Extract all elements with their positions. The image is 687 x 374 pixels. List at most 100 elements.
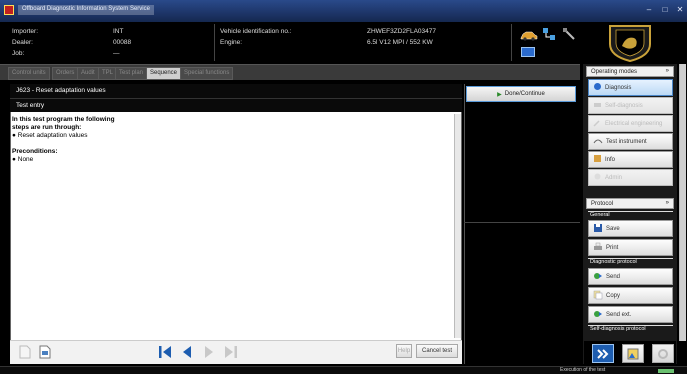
bullet-icon: ● [12, 132, 16, 139]
mode-label: Diagnosis [605, 84, 632, 91]
info-icon [593, 154, 602, 165]
mode-info-button[interactable]: Info [588, 151, 673, 168]
action-column [464, 84, 578, 364]
engine-value: 6.5l V12 MPI / 552 KW [367, 39, 433, 46]
app-icon [4, 5, 14, 15]
test-title: J623 - Reset adaptation values [10, 84, 462, 98]
minimize-button[interactable]: – [641, 4, 657, 16]
network-icon [542, 27, 556, 43]
collapse-icon: » [665, 68, 669, 74]
play-icon: ▶ [497, 91, 502, 98]
image-view-button[interactable] [622, 344, 644, 363]
header-divider [214, 24, 215, 61]
side-scrollbar[interactable] [679, 64, 686, 341]
next-step-icon[interactable] [200, 343, 218, 361]
stethoscope-icon [593, 82, 602, 93]
tab-test-plan[interactable]: Test plan [115, 67, 148, 80]
send-ext-icon [593, 309, 603, 321]
bullet-icon: ● [12, 156, 16, 163]
previous-step-icon[interactable] [178, 343, 196, 361]
tab-audit[interactable]: Audit [77, 67, 99, 80]
diagnostic-protocol-label: Diagnostic protocol [588, 258, 673, 266]
dealer-value: 00088 [113, 39, 132, 46]
first-step-icon[interactable] [156, 343, 174, 361]
car-icon [593, 100, 602, 111]
send-icon [593, 271, 603, 283]
mode-test-instrument-button[interactable]: Test instrument [588, 133, 673, 150]
save-button[interactable]: Save [588, 220, 673, 237]
cable-icon [562, 27, 576, 43]
copy-button[interactable]: Copy [588, 287, 673, 304]
gear-icon [658, 348, 668, 359]
step-item: ● Reset adaptation values [12, 132, 452, 140]
intro-line-1: In this test program the following [12, 116, 115, 123]
double-chevron-right-icon [597, 348, 609, 359]
tab-control-units[interactable]: Control units [8, 67, 50, 80]
progress-indicator [658, 369, 674, 373]
status-text: Execution of the test [560, 367, 606, 373]
battery-icon [521, 47, 535, 57]
mode-label: Self-diagnosis [605, 102, 643, 109]
precondition-label: None [17, 156, 34, 163]
column-divider [464, 222, 580, 223]
side-controls [584, 341, 676, 365]
wrench-icon [593, 118, 602, 129]
window-titlebar: Offboard Diagnostic Information System S… [0, 0, 687, 22]
window-title: Offboard Diagnostic Information System S… [18, 5, 154, 15]
tab-orders[interactable]: Orders [52, 67, 79, 80]
protocol-title: Protocol [591, 201, 614, 207]
copy-label: Copy [606, 292, 621, 299]
test-description: In this test program the following steps… [12, 116, 452, 336]
copy-icon [593, 290, 603, 302]
mode-label: Electrical engineering [605, 120, 663, 127]
mode-diagnosis-button[interactable]: Diagnosis [588, 79, 673, 96]
intro-line-2: steps are run through: [12, 124, 82, 131]
protocol-header[interactable]: Protocol » [586, 198, 674, 209]
document-view-icon[interactable] [36, 343, 54, 361]
logo-area [584, 22, 678, 63]
importer-label: Importer: [12, 28, 39, 35]
mode-admin-button[interactable]: Admin [588, 169, 673, 186]
tab-bar: Control units Orders Audit TPL Test plan… [0, 64, 580, 80]
operating-modes-header[interactable]: Operating modes » [586, 66, 674, 77]
mode-label: Info [605, 156, 616, 163]
close-button[interactable]: ✕ [672, 4, 687, 16]
operating-modes-title: Operating modes [591, 69, 638, 75]
print-label: Print [606, 244, 619, 251]
forward-button[interactable] [592, 344, 614, 363]
step-label: Reset adaptation values [17, 132, 88, 139]
tab-sequence[interactable]: Sequence [146, 67, 182, 80]
send-button[interactable]: Send [588, 268, 673, 285]
print-icon [593, 242, 603, 254]
mode-label: Test instrument [606, 138, 647, 145]
brand-logo-icon [604, 24, 656, 64]
mode-electrical-button[interactable]: Electrical engineering [588, 115, 673, 132]
last-step-icon[interactable] [222, 343, 240, 361]
collapse-icon: » [665, 200, 669, 206]
save-label: Save [606, 225, 620, 232]
done-continue-button[interactable]: ▶ Done/Continue [466, 86, 576, 102]
send-ext-label: Send ext. [606, 311, 632, 318]
picture-icon [627, 348, 639, 359]
send-ext-button[interactable]: Send ext. [588, 306, 673, 323]
general-group-label: General [588, 211, 673, 219]
vehicle-header: Importer: INT Dealer: 00088 Job: — Vehic… [0, 22, 583, 63]
header-divider-2 [511, 24, 512, 61]
cancel-test-button[interactable]: Cancel test [416, 344, 458, 358]
vin-value: ZHWEF3ZD2FLA03477 [367, 28, 436, 35]
status-bar: Execution of the test [0, 366, 687, 374]
help-button[interactable]: Help [396, 344, 412, 358]
admin-icon [593, 172, 602, 183]
job-label: Job: [12, 50, 25, 57]
test-subtitle: Test entry [10, 98, 462, 112]
document-icon[interactable] [16, 343, 34, 361]
self-diagnosis-protocol-label: Self-diagnosis protocol [588, 325, 673, 333]
vin-label: Vehicle identification no.: [220, 28, 292, 35]
tab-special-functions[interactable]: Special functions [180, 67, 234, 80]
maximize-button[interactable]: □ [657, 4, 673, 16]
mode-self-diagnosis-button[interactable]: Self-diagnosis [588, 97, 673, 114]
precondition-item: ● None [12, 156, 452, 164]
print-button[interactable]: Print [588, 239, 673, 256]
content-scrollbar[interactable] [454, 114, 461, 338]
settings-button[interactable] [652, 344, 674, 363]
